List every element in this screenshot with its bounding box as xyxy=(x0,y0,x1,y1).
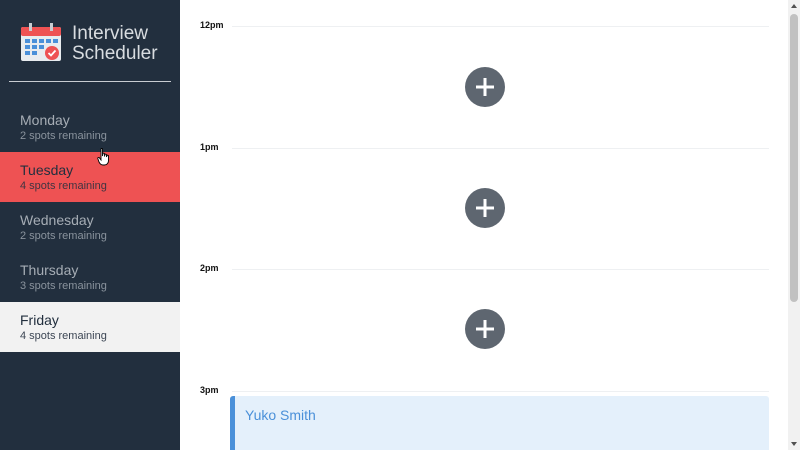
day-spots: 4 spots remaining xyxy=(20,330,107,342)
day-spots: 2 spots remaining xyxy=(20,130,107,142)
brand: Interview Scheduler xyxy=(20,22,170,64)
hand-cursor-icon xyxy=(97,148,109,166)
day-item-tuesday[interactable]: Tuesday 4 spots remaining xyxy=(0,152,180,202)
slot-time: 2pm xyxy=(200,263,219,273)
day-item-monday[interactable]: Monday 2 spots remaining xyxy=(0,102,180,152)
day-item-friday[interactable]: Friday 4 spots remaining xyxy=(0,302,180,352)
plus-icon xyxy=(476,78,494,96)
slot-time: 12pm xyxy=(200,20,224,30)
calendar-check-icon xyxy=(21,23,61,61)
day-spots: 4 spots remaining xyxy=(20,180,107,192)
slot-divider xyxy=(232,269,769,270)
sidebar: Interview Scheduler Monday 2 spots remai… xyxy=(0,0,180,450)
app-title: Interview Scheduler xyxy=(72,23,158,64)
slot-divider xyxy=(232,391,769,392)
plus-icon xyxy=(476,320,494,338)
slot-divider xyxy=(232,26,769,27)
slot-time: 3pm xyxy=(200,385,219,395)
day-name: Friday xyxy=(20,312,59,328)
add-appointment-button[interactable] xyxy=(465,309,505,349)
day-name: Wednesday xyxy=(20,212,94,228)
schedule: 12pm 1pm 2pm 3pm Yuko Smith xyxy=(180,0,788,450)
booked-appointment[interactable]: Yuko Smith xyxy=(230,396,769,450)
slot-divider xyxy=(232,148,769,149)
add-appointment-button[interactable] xyxy=(465,67,505,107)
day-name: Monday xyxy=(20,112,70,128)
scroll-up-arrow-icon[interactable] xyxy=(791,4,797,8)
day-spots: 2 spots remaining xyxy=(20,230,107,242)
plus-icon xyxy=(476,199,494,217)
scroll-down-arrow-icon[interactable] xyxy=(791,442,797,446)
day-spots: 3 spots remaining xyxy=(20,280,107,292)
student-name: Yuko Smith xyxy=(245,407,316,423)
day-item-thursday[interactable]: Thursday 3 spots remaining xyxy=(0,252,180,302)
brand-divider xyxy=(9,81,171,82)
day-list: Monday 2 spots remaining Tuesday 4 spots… xyxy=(0,102,180,352)
slot-time: 1pm xyxy=(200,142,219,152)
add-appointment-button[interactable] xyxy=(465,188,505,228)
scroll-thumb[interactable] xyxy=(790,14,798,302)
day-name: Thursday xyxy=(20,262,79,278)
day-item-wednesday[interactable]: Wednesday 2 spots remaining xyxy=(0,202,180,252)
scrollbar[interactable] xyxy=(788,0,800,450)
